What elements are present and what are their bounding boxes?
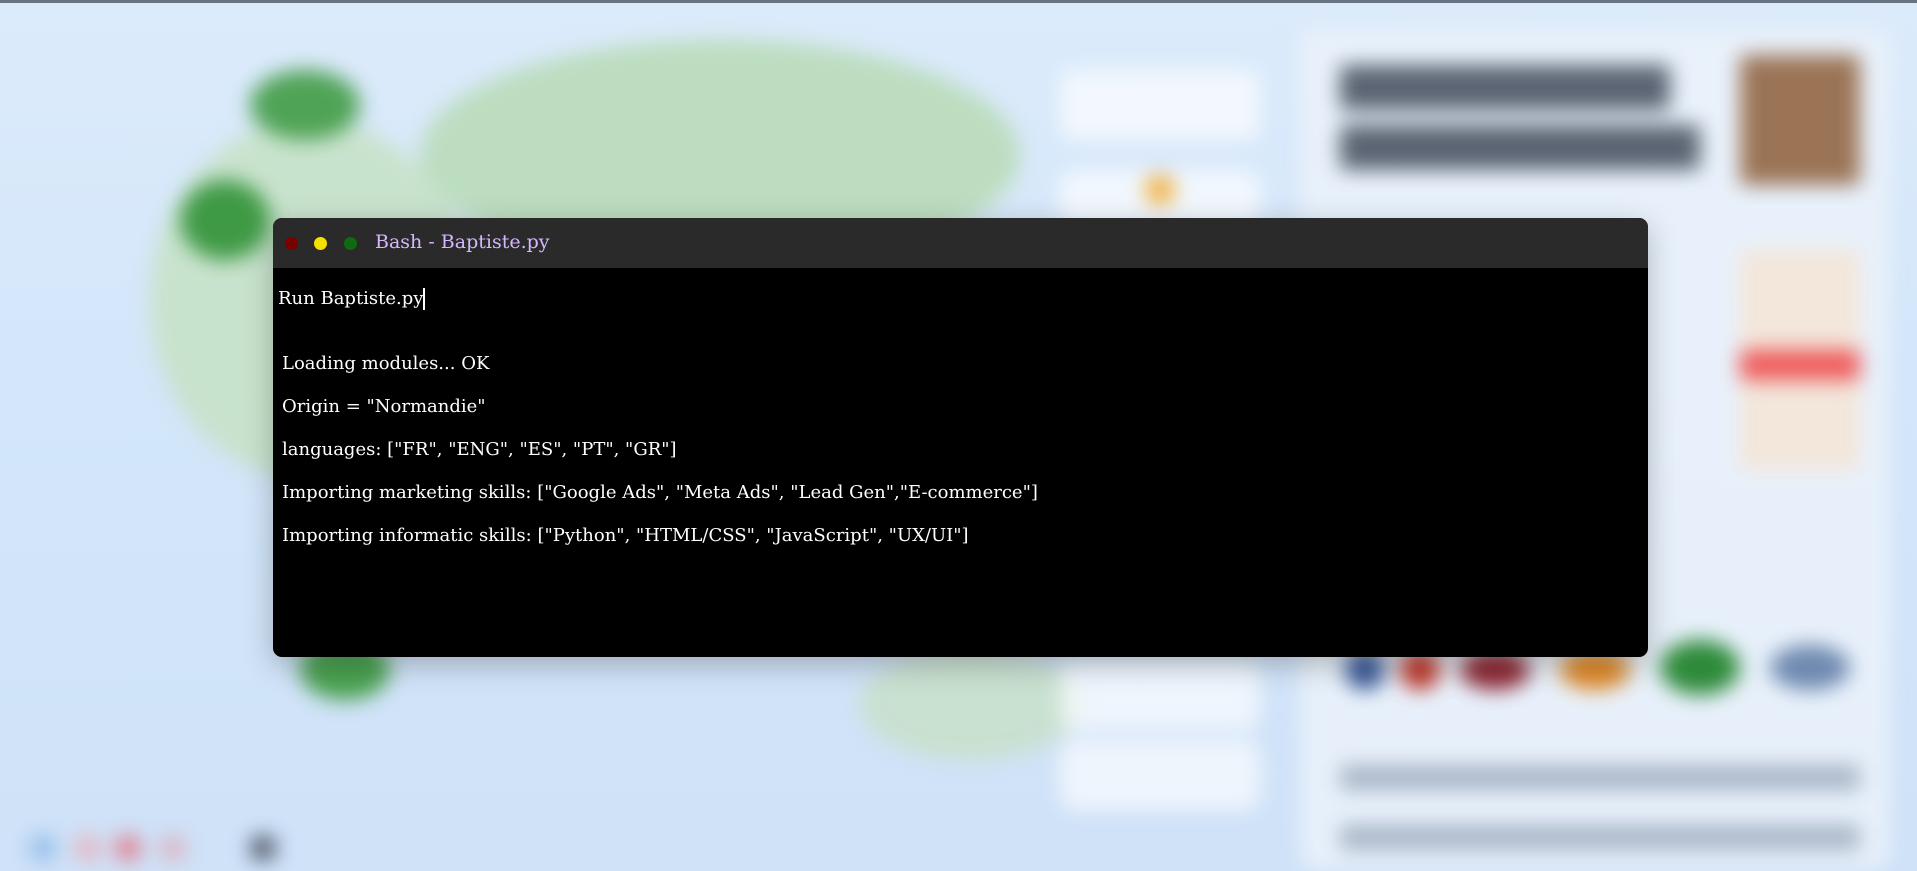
map-landmass: [860, 650, 1080, 760]
background-photo: [1740, 55, 1860, 185]
window-title: Bash - Baptiste.py: [375, 231, 550, 253]
map-region: [180, 180, 270, 260]
background-icon: [160, 835, 186, 861]
background-icon: [75, 835, 101, 861]
background-heading: [1340, 65, 1670, 110]
close-icon[interactable]: [285, 237, 298, 250]
background-icon: [250, 835, 276, 861]
minimize-icon[interactable]: [314, 237, 327, 250]
background-flag: [1660, 640, 1740, 695]
output-line: Origin = "Normandie": [282, 396, 486, 417]
background-row: [1340, 825, 1860, 850]
background-card: [1060, 660, 1260, 730]
background-logo: [1770, 645, 1850, 690]
desktop: Bash - Baptiste.py Run Baptiste.py Loadi…: [0, 0, 1917, 871]
terminal-window[interactable]: Bash - Baptiste.py Run Baptiste.py Loadi…: [273, 218, 1648, 657]
background-avatar: [1145, 175, 1175, 205]
maximize-icon[interactable]: [344, 237, 357, 250]
background-heading: [1340, 125, 1700, 170]
background-card: [1060, 70, 1260, 140]
output-line: Importing informatic skills: ["Python", …: [282, 525, 969, 546]
output-line: languages: ["FR", "ENG", "ES", "PT", "GR…: [282, 439, 677, 460]
background-card: [1060, 740, 1260, 810]
text-cursor: [423, 288, 425, 310]
output-line: Loading modules... OK: [282, 353, 490, 374]
background-icon: [30, 835, 56, 861]
background-document-stripe: [1740, 350, 1860, 380]
background-icon: [115, 835, 141, 861]
terminal-command: Run Baptiste.py: [278, 288, 424, 309]
map-region: [250, 70, 360, 140]
background-row: [1340, 765, 1860, 790]
terminal-output: Loading modules... OK Origin = "Normandi…: [282, 352, 1038, 567]
output-line: Importing marketing skills: ["Google Ads…: [282, 482, 1038, 503]
terminal-titlebar[interactable]: Bash - Baptiste.py: [273, 218, 1648, 268]
